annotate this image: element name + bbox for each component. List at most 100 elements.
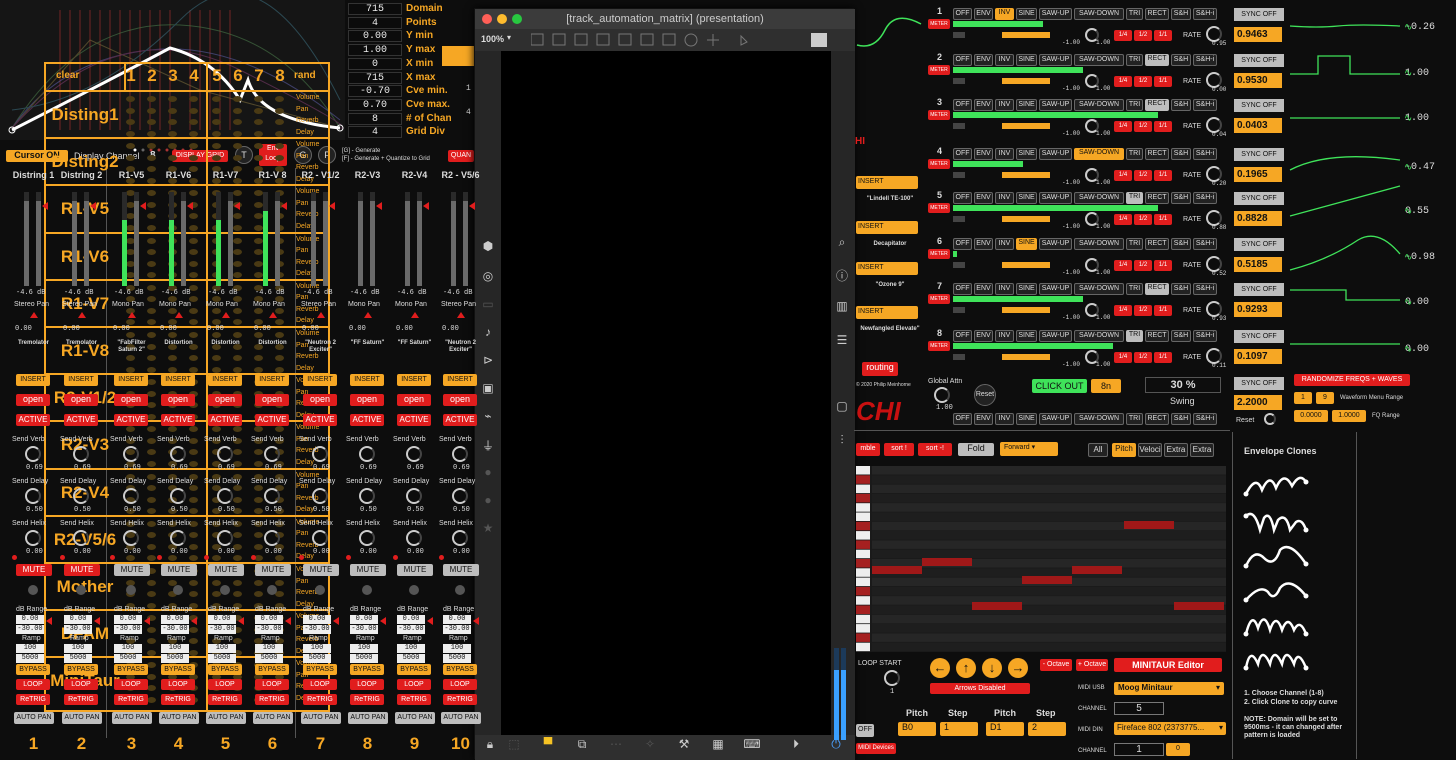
send-knob[interactable]	[73, 530, 89, 546]
matrix-cell[interactable]	[168, 130, 177, 137]
pitch-value-1[interactable]: B0	[898, 722, 936, 736]
insert-button[interactable]: INSERT	[856, 262, 918, 275]
open-button[interactable]: open	[114, 394, 148, 406]
matrix-cell[interactable]	[189, 107, 198, 114]
matrix-cell[interactable]	[275, 96, 284, 102]
active-button[interactable]: ACTIVE	[255, 414, 289, 426]
wave-rect-button[interactable]: RECT	[1145, 99, 1169, 111]
lfo-range-slider[interactable]	[1002, 123, 1050, 129]
off-button[interactable]: OFF	[856, 724, 874, 737]
lfo-value[interactable]: 0.1965	[1234, 167, 1282, 182]
sync-button[interactable]: SYNC OFF	[1234, 330, 1284, 343]
wave-sine-button[interactable]: SINE	[1016, 238, 1037, 250]
wave-s-h-button[interactable]: S&H	[1171, 192, 1191, 204]
global-wave-s-h-i-button[interactable]: S&H-i	[1193, 413, 1217, 425]
wave-saw-up-button[interactable]: SAW-UP	[1039, 192, 1072, 204]
fader-handle[interactable]	[90, 202, 96, 210]
meter-button[interactable]: METER	[928, 19, 950, 29]
matrix-cell[interactable]	[233, 143, 242, 150]
retrig-button[interactable]: ReTRIG	[397, 694, 431, 705]
send-knob[interactable]	[264, 488, 280, 504]
open-button[interactable]: open	[64, 394, 98, 406]
lfo-range-slider[interactable]	[1002, 262, 1050, 268]
rate-multiplier-button[interactable]: 1/1	[1154, 214, 1172, 225]
open-button[interactable]: open	[443, 394, 477, 406]
param-value[interactable]: 0.00	[348, 30, 402, 43]
wave-sine-button[interactable]: SINE	[1016, 283, 1037, 295]
step-value-1[interactable]: 1	[940, 722, 978, 736]
retrig-button[interactable]: ReTRIG	[443, 694, 477, 705]
lfo-value[interactable]: 0.9463	[1234, 27, 1282, 42]
db-range-min[interactable]: -30.00	[443, 625, 471, 634]
loop-button[interactable]: LOOP	[303, 679, 337, 690]
wand-icon[interactable]: ✧	[639, 737, 661, 759]
wave-inv-button[interactable]: INV	[995, 99, 1014, 111]
wave-rect-button[interactable]: RECT	[1145, 192, 1169, 204]
pan-handle[interactable]	[222, 312, 230, 318]
pan-handle[interactable]	[411, 312, 419, 318]
meter-button[interactable]: METER	[928, 203, 950, 213]
send-knob[interactable]	[73, 488, 89, 504]
bypass-button[interactable]: BYPASS	[350, 664, 384, 675]
send-knob[interactable]	[217, 530, 233, 546]
active-button[interactable]: ACTIVE	[350, 414, 384, 426]
send-knob[interactable]	[25, 530, 41, 546]
matrix-cell[interactable]	[168, 154, 177, 161]
wave-saw-down-button[interactable]: SAW-DOWN	[1074, 54, 1124, 66]
fader-handle[interactable]	[187, 202, 193, 210]
retrig-button[interactable]: ReTRIG	[208, 694, 242, 705]
matrix-cell[interactable]	[212, 130, 221, 137]
power-icon[interactable]: ⏻	[825, 737, 847, 759]
wave-off-button[interactable]: OFF	[953, 283, 972, 295]
param-value[interactable]: 1.00	[348, 44, 402, 57]
ramp-value[interactable]: 100	[208, 644, 236, 653]
wave-tri-button[interactable]: TRI	[1126, 238, 1143, 250]
ramp-max[interactable]: 5000	[443, 654, 471, 663]
wave-off-button[interactable]: OFF	[953, 8, 972, 20]
wave-env-button[interactable]: ENV	[974, 330, 993, 342]
db-range-min[interactable]: -30.00	[16, 625, 44, 634]
piano-icon[interactable]: ▦	[707, 737, 729, 759]
pan-handle[interactable]	[457, 312, 465, 318]
matrix-cell[interactable]	[189, 154, 198, 161]
mute-button[interactable]: MUTE	[208, 564, 244, 576]
insert-button[interactable]: INSERT	[443, 374, 477, 386]
send-knob[interactable]	[264, 446, 280, 462]
matrix-cell[interactable]	[275, 143, 284, 150]
insert-button[interactable]: INSERT	[16, 374, 50, 386]
open-button[interactable]: open	[16, 394, 50, 406]
fq-min[interactable]: 0.0000	[1294, 410, 1328, 422]
wave-off-button[interactable]: OFF	[953, 99, 972, 111]
rate-multiplier-button[interactable]: 1/2	[1134, 352, 1152, 363]
sync-button[interactable]: SYNC OFF	[1234, 283, 1284, 296]
wave-env-button[interactable]: ENV	[974, 192, 993, 204]
send-knob[interactable]	[452, 446, 468, 462]
wave-off-button[interactable]: OFF	[953, 54, 972, 66]
bypass-button[interactable]: BYPASS	[303, 664, 337, 675]
info-icon[interactable]: ⓘ	[831, 267, 853, 289]
wave-sine-button[interactable]: SINE	[1016, 148, 1037, 160]
open-button[interactable]: open	[397, 394, 431, 406]
db-range-max[interactable]: 0.00	[114, 615, 142, 624]
arrow-down-button[interactable]: ↓	[982, 658, 1002, 678]
lfo-range-slider[interactable]	[1002, 172, 1050, 178]
global-wave-rect-button[interactable]: RECT	[1145, 413, 1169, 425]
db-range-max[interactable]: 0.00	[64, 615, 92, 624]
wrench-icon[interactable]: ⚒	[673, 737, 695, 759]
chevron-down-icon[interactable]: ▾	[507, 33, 511, 42]
matrix-cell[interactable]	[212, 119, 221, 125]
minimize-icon[interactable]	[497, 14, 507, 24]
matrix-cell[interactable]	[212, 96, 221, 102]
fader-handle[interactable]	[42, 202, 48, 210]
fader-handle[interactable]	[234, 202, 240, 210]
meter-button[interactable]: METER	[928, 159, 950, 169]
retrig-button[interactable]: ReTRIG	[303, 694, 337, 705]
bypass-button[interactable]: BYPASS	[114, 664, 148, 675]
insert-button[interactable]: INSERT	[350, 374, 384, 386]
lfo-range-slider[interactable]	[1002, 216, 1050, 222]
param-value[interactable]: 0	[348, 57, 402, 70]
sort-down-button[interactable]: sort -!	[918, 443, 952, 456]
ramp-value[interactable]: 100	[443, 644, 471, 653]
mute-button[interactable]: MUTE	[114, 564, 150, 576]
ramp-max[interactable]: 5000	[303, 654, 331, 663]
